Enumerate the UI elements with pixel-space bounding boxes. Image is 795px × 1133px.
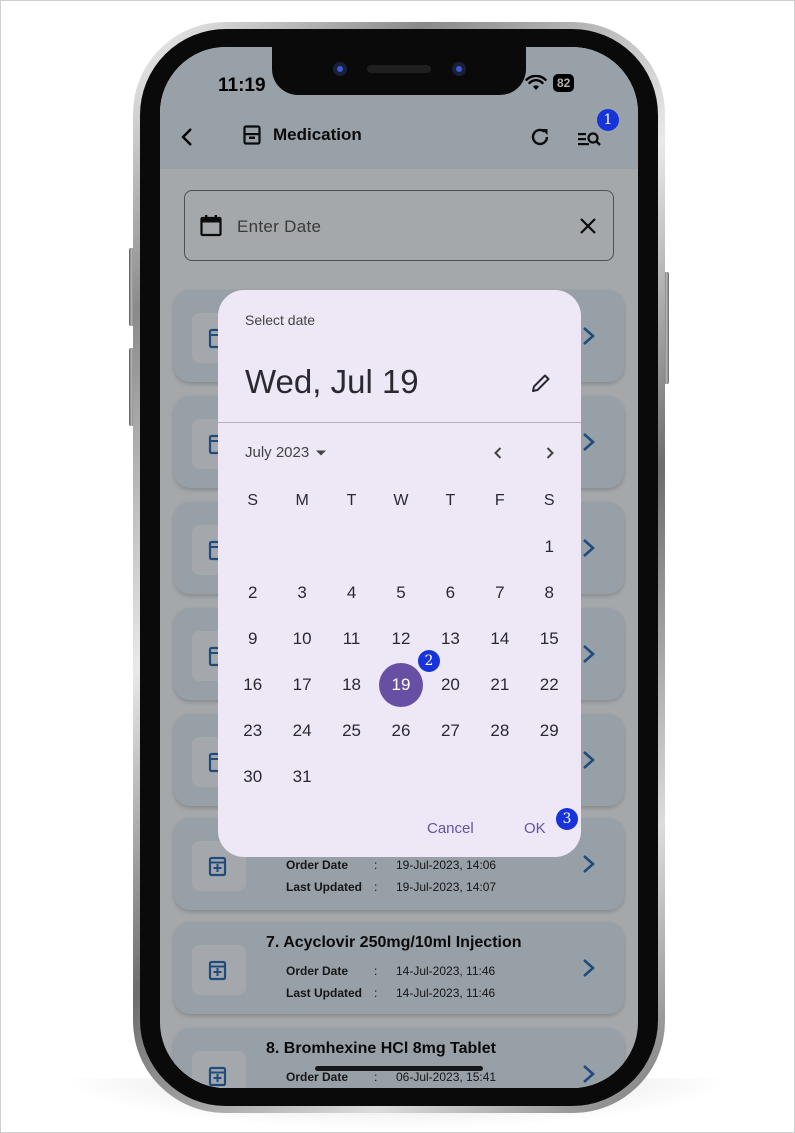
annotation-badge: 3: [556, 808, 578, 830]
calendar-day[interactable]: 21: [475, 662, 524, 708]
calendar-day[interactable]: 1: [525, 524, 574, 570]
calendar-day[interactable]: 8: [525, 570, 574, 616]
dropdown-arrow-icon: [316, 450, 327, 455]
phone-notch: [272, 47, 526, 95]
calendar-day-number: 5: [396, 583, 406, 602]
annotation-badge: 2: [418, 650, 440, 672]
calendar-day[interactable]: 9: [228, 616, 277, 662]
calendar-day-number: 21: [490, 675, 510, 694]
calendar-empty-cell: [376, 524, 425, 570]
calendar-day-number: 16: [243, 675, 263, 694]
weekday-label: F: [494, 492, 505, 509]
annotation-badge: 1: [597, 109, 619, 131]
calendar-day[interactable]: 14: [475, 616, 524, 662]
calendar-day-number: 11: [342, 629, 361, 648]
calendar-day-number: 31: [292, 767, 312, 786]
calendar-day-number: 26: [391, 721, 411, 740]
calendar-day[interactable]: 26: [376, 708, 425, 754]
month-year-selector[interactable]: July 2023: [245, 444, 327, 461]
calendar-day[interactable]: 2: [228, 570, 277, 616]
calendar-day-number: 28: [490, 721, 510, 740]
date-picker-label: Select date: [245, 312, 316, 328]
calendar-day-number: 13: [440, 629, 460, 648]
dialog-actions: Cancel OK: [218, 820, 581, 840]
calendar-day[interactable]: 24: [277, 708, 326, 754]
cancel-button[interactable]: Cancel: [427, 820, 474, 837]
weekday-label: T: [346, 492, 357, 509]
selected-date-headline: Wed, Jul 19: [245, 363, 419, 400]
calendar-day[interactable]: 27: [426, 708, 475, 754]
calendar-day-number: 23: [243, 721, 263, 740]
dialog-divider: [218, 422, 581, 423]
weekday-label: M: [295, 492, 309, 509]
calendar-day[interactable]: 6: [426, 570, 475, 616]
calendar-day[interactable]: 29: [525, 708, 574, 754]
calendar-day[interactable]: 11: [327, 616, 376, 662]
calendar-empty-cell: [277, 524, 326, 570]
weekday-header: S M T W T F S: [228, 492, 574, 510]
calendar-day-number: 22: [539, 675, 559, 694]
calendar-day-number: 8: [544, 583, 554, 602]
calendar-day-number: 27: [440, 721, 460, 740]
calendar-day-number: 17: [292, 675, 312, 694]
earpiece-speaker: [367, 65, 431, 73]
calendar-day[interactable]: 4: [327, 570, 376, 616]
month-year-label: July 2023: [245, 444, 310, 461]
calendar-day[interactable]: 25: [327, 708, 376, 754]
calendar-day[interactable]: 5: [376, 570, 425, 616]
front-sensor: [452, 62, 466, 76]
previous-month-button[interactable]: [488, 443, 508, 463]
calendar-day-number: 19: [378, 663, 423, 707]
calendar-day[interactable]: 28: [475, 708, 524, 754]
calendar-day-number: 6: [445, 583, 456, 602]
weekday-label: W: [393, 492, 409, 509]
calendar-day-number: 25: [342, 721, 362, 740]
calendar-empty-cell: [327, 524, 376, 570]
date-picker-dialog: Select date Wed, Jul 19 July 2023 S M T …: [218, 290, 581, 857]
calendar-day-selected[interactable]: 19: [376, 662, 425, 708]
calendar-day[interactable]: 22: [525, 662, 574, 708]
calendar-day-grid: 1 2 3 4 5 6 7 8 9 10 11 12 13 14 15 16 17 18 19 20 21 22 23 24 2…: [228, 524, 574, 800]
calendar-day-number: 14: [490, 629, 510, 648]
calendar-day-number: 30: [243, 767, 263, 786]
calendar-day[interactable]: 23: [228, 708, 277, 754]
calendar-day-number: 4: [346, 583, 357, 602]
calendar-day[interactable]: 17: [277, 662, 326, 708]
calendar-day-number: 12: [391, 629, 411, 648]
phone-screen: 11:19 82 Medication Enter Date Order Dat…: [160, 47, 638, 1088]
calendar-day[interactable]: 3: [277, 570, 326, 616]
calendar-day-number: 10: [292, 629, 312, 648]
calendar-day-number: 3: [297, 583, 307, 602]
ok-button[interactable]: OK: [524, 820, 546, 837]
edit-pencil-icon[interactable]: [530, 372, 552, 394]
calendar-day[interactable]: 18: [327, 662, 376, 708]
calendar-day-number: 20: [440, 675, 460, 694]
calendar-day-number: 29: [539, 721, 559, 740]
front-camera: [333, 62, 347, 76]
calendar-day[interactable]: 7: [475, 570, 524, 616]
weekday-label: S: [543, 492, 555, 509]
weekday-label: S: [247, 492, 259, 509]
calendar-empty-cell: [228, 524, 277, 570]
calendar-empty-cell: [426, 524, 475, 570]
calendar-day-number: 2: [247, 583, 258, 602]
next-month-button[interactable]: [540, 443, 560, 463]
calendar-day[interactable]: 15: [525, 616, 574, 662]
calendar-day-number: 15: [539, 629, 559, 648]
calendar-day[interactable]: 31: [277, 754, 326, 800]
calendar-day[interactable]: 16: [228, 662, 277, 708]
weekday-label: T: [445, 492, 456, 509]
calendar-day-number: 9: [247, 629, 258, 648]
calendar-day-number: 7: [495, 583, 505, 602]
calendar-day[interactable]: 30: [228, 754, 277, 800]
calendar-empty-cell: [475, 524, 524, 570]
calendar-day[interactable]: 10: [277, 616, 326, 662]
calendar-day-number: 24: [292, 721, 312, 740]
calendar-day-number: 1: [544, 537, 554, 556]
calendar-day-number: 18: [342, 675, 362, 694]
